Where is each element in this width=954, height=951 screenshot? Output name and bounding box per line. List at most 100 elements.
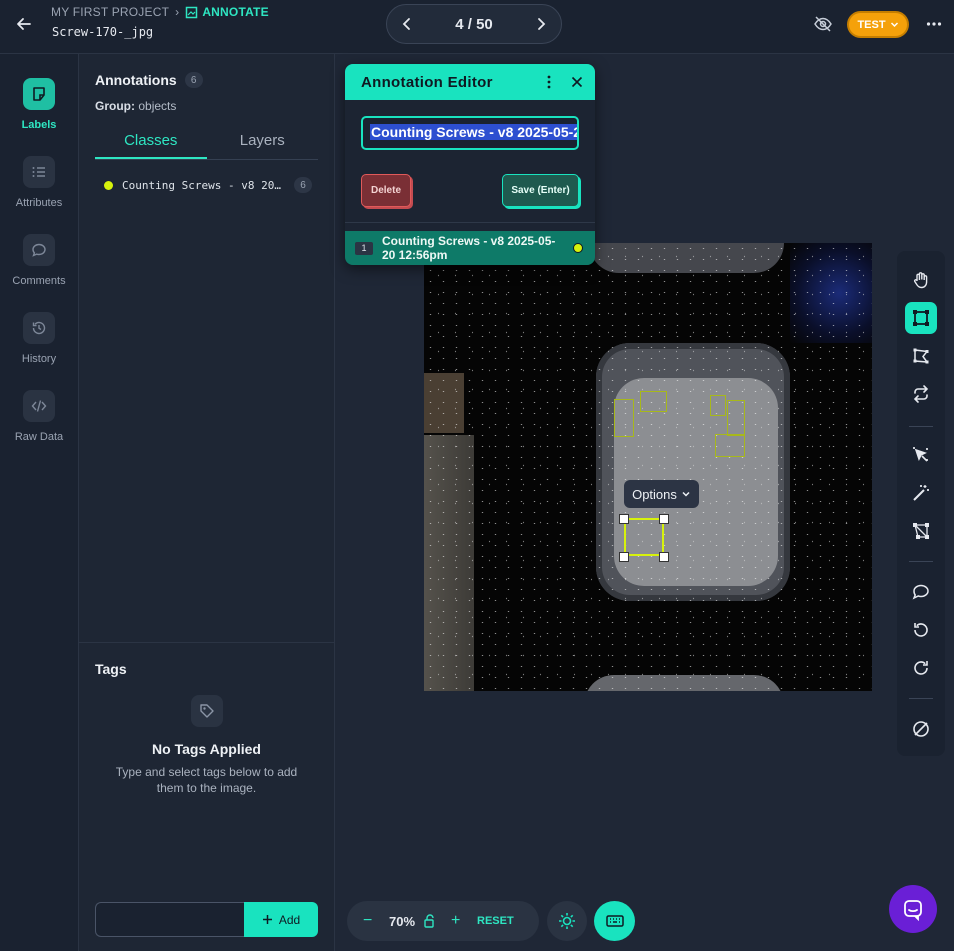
class-color-dot [573, 243, 583, 253]
next-image-icon[interactable] [533, 16, 549, 32]
annotation-box[interactable] [727, 400, 745, 436]
rail-item-raw-data[interactable]: Raw Data [0, 390, 78, 443]
smart-select-icon[interactable] [905, 439, 937, 471]
add-tag-label: Add [278, 912, 301, 927]
keyboard-icon[interactable] [594, 901, 635, 941]
redo-icon[interactable] [905, 652, 937, 684]
breadcrumb: MY FIRST PROJECT › ANNOTATE [51, 5, 269, 19]
zoom-out-button[interactable]: − [363, 912, 375, 930]
suggestion-index: 1 [355, 241, 373, 255]
annotations-title: Annotations 6 [95, 72, 203, 88]
annotation-canvas[interactable]: Options [424, 243, 872, 691]
list-icon [23, 156, 55, 188]
class-suggestion-item[interactable]: 1 Counting Screws - v8 2025-05-20 12:56p… [345, 231, 595, 265]
pager-count: 4 / 50 [455, 15, 493, 33]
breadcrumb-current: ANNOTATE [185, 5, 269, 19]
environment-badge[interactable]: TEST [847, 11, 909, 38]
rail-item-comments[interactable]: Comments [0, 234, 78, 287]
support-chat-icon[interactable] [889, 885, 937, 933]
rail-item-attributes[interactable]: Attributes [0, 156, 78, 209]
rail-item-label: History [21, 353, 57, 365]
annotation-editor-title: Annotation Editor [361, 73, 493, 91]
resize-handle[interactable] [619, 514, 629, 524]
file-name: Screw-170-_jpg [52, 25, 154, 39]
class-list-item[interactable]: Counting Screws - v8 2025-05-20 12:56pm … [95, 176, 318, 194]
rail-item-labels[interactable]: Labels [0, 78, 78, 131]
zoom-in-button[interactable]: + [451, 912, 463, 930]
tab-classes[interactable]: Classes [95, 128, 207, 159]
magic-wand-icon[interactable] [905, 477, 937, 509]
save-button[interactable]: Save (Enter) [502, 174, 579, 207]
group-value: objects [138, 99, 177, 113]
options-label: Options [632, 486, 677, 502]
environment-badge-label: TEST [857, 18, 886, 31]
back-arrow-icon[interactable] [14, 14, 34, 34]
panel-tabs: Classes Layers [95, 128, 318, 160]
reset-zoom-button[interactable]: RESET [477, 915, 514, 927]
group-info: Group: objects [95, 99, 176, 113]
annotation-box[interactable] [710, 395, 726, 416]
repeat-icon[interactable] [905, 378, 937, 410]
annotation-editor-header: Annotation Editor [345, 64, 595, 100]
add-tag-button[interactable]: Add [244, 902, 318, 937]
toolbar-divider [909, 698, 933, 699]
suggestion-label: Counting Screws - v8 2025-05-20 12:56pm [382, 234, 556, 262]
breadcrumb-project[interactable]: MY FIRST PROJECT [51, 5, 169, 19]
tool-toolbar [897, 251, 945, 756]
toolbar-divider [909, 561, 933, 562]
rail-item-label: Comments [12, 275, 66, 287]
polygon-icon[interactable] [905, 340, 937, 372]
no-tags-hint: Type and select tags below to add them t… [115, 765, 298, 795]
resize-handle[interactable] [659, 514, 669, 524]
rail-item-history[interactable]: History [0, 312, 78, 365]
kebab-menu-icon[interactable] [541, 74, 557, 90]
resize-handle[interactable] [619, 552, 629, 562]
bounding-box-icon[interactable] [905, 302, 937, 334]
annotations-title-text: Annotations [95, 72, 177, 88]
chat-bubble-icon [23, 234, 55, 266]
class-count: 6 [294, 177, 312, 193]
hand-icon[interactable] [905, 264, 937, 296]
close-icon[interactable] [569, 74, 585, 90]
hide-icon[interactable] [905, 713, 937, 745]
zoom-level: 70% [389, 913, 416, 929]
code-icon [23, 390, 55, 422]
left-rail: Labels Attributes Comments History Raw D… [0, 54, 79, 951]
tag-input[interactable] [95, 902, 245, 937]
no-tags-title: No Tags Applied [152, 741, 261, 757]
tag-icon [191, 695, 223, 727]
top-bar: MY FIRST PROJECT › ANNOTATE Screw-170-_j… [0, 0, 954, 54]
chevron-down-icon [682, 491, 690, 497]
rail-item-label: Raw Data [14, 431, 64, 443]
lock-icon[interactable] [423, 914, 437, 928]
options-button[interactable]: Options [624, 480, 699, 508]
annotation-box[interactable] [640, 391, 667, 412]
zoom-controls: − 70% + RESET [347, 901, 539, 941]
breadcrumb-separator: › [175, 5, 180, 19]
delete-button[interactable]: Delete [361, 174, 411, 207]
annotation-box[interactable] [715, 434, 745, 457]
history-icon [23, 312, 55, 344]
comment-icon[interactable] [905, 576, 937, 608]
divider [79, 642, 334, 643]
selected-annotation-box[interactable] [624, 518, 664, 556]
undo-icon[interactable] [905, 614, 937, 646]
chevron-down-icon [890, 22, 898, 28]
keypoints-icon[interactable] [905, 515, 937, 547]
sticky-note-icon [23, 78, 55, 110]
brightness-icon[interactable] [547, 901, 587, 941]
prev-image-icon[interactable] [399, 16, 415, 32]
more-options-icon[interactable] [924, 14, 944, 34]
annotate-icon [186, 6, 198, 18]
annotation-editor: Annotation Editor Counting Screws - v8 2… [345, 64, 595, 265]
resize-handle[interactable] [659, 552, 669, 562]
tab-layers[interactable]: Layers [207, 128, 319, 159]
annotation-box[interactable] [614, 399, 634, 437]
hide-annotations-icon[interactable] [813, 14, 833, 34]
noise-overlay [424, 243, 872, 691]
class-name-input[interactable]: Counting Screws - v8 2025-05-2 [361, 116, 579, 150]
class-color-dot [104, 180, 113, 190]
class-name: Counting Screws - v8 2025-05-20 12:56pm [122, 178, 282, 192]
plus-icon [262, 915, 272, 924]
annotations-count: 6 [184, 72, 203, 88]
